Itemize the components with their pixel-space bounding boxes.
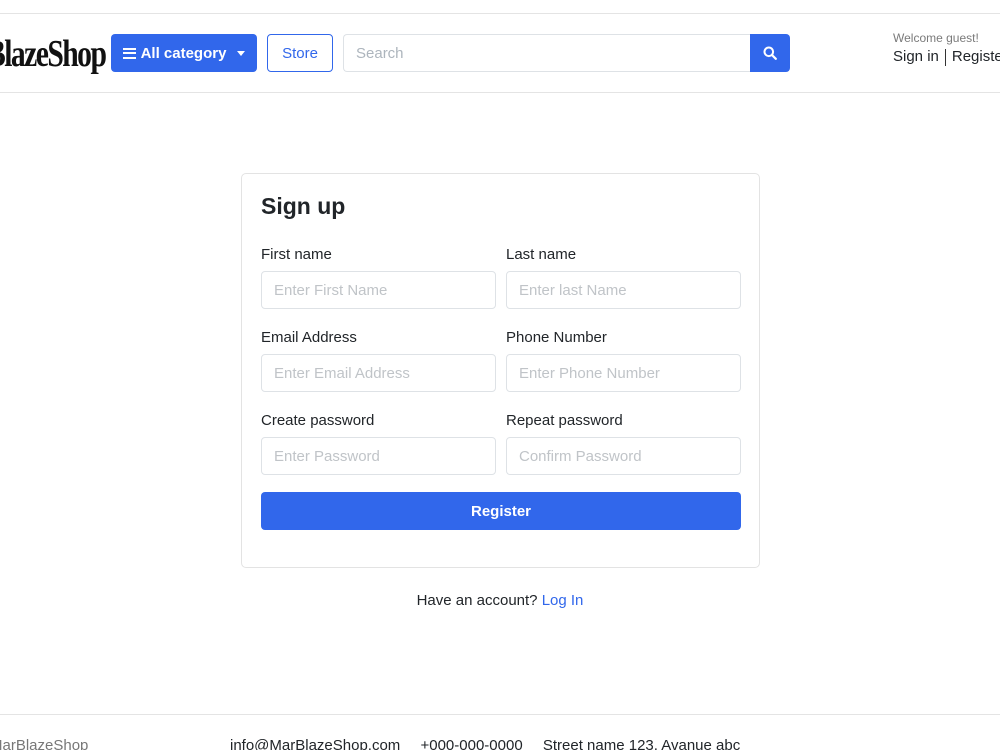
- email-label: Email Address: [261, 329, 357, 346]
- first-name-field[interactable]: [261, 271, 496, 309]
- footer-brand: MarBlazeShop: [0, 737, 89, 750]
- first-name-label: First name: [261, 246, 332, 263]
- login-prompt: Have an account? Log In: [0, 592, 1000, 609]
- welcome-text: Welcome guest!: [893, 31, 979, 45]
- divider: [944, 48, 946, 66]
- page-title: Sign up: [261, 193, 346, 219]
- signup-card: Sign up First name Last name Email Addre…: [241, 173, 760, 568]
- search-icon: [763, 46, 777, 60]
- email-field[interactable]: [261, 354, 496, 392]
- register-button[interactable]: Register: [261, 492, 741, 530]
- category-label: All category: [140, 44, 227, 62]
- register-link[interactable]: Register: [952, 48, 1000, 65]
- last-name-field[interactable]: [506, 271, 741, 309]
- last-name-label: Last name: [506, 246, 577, 263]
- search-bar: [343, 34, 790, 72]
- chevron-down-icon: [237, 50, 246, 56]
- footer-contact: info@MarBlazeShop.com +000-000-0000 Stre…: [230, 737, 756, 750]
- phone-label: Phone Number: [506, 329, 607, 346]
- log-in-link[interactable]: Log In: [542, 592, 584, 609]
- store-button[interactable]: Store: [267, 34, 333, 72]
- auth-links: Sign in Register: [893, 48, 1000, 66]
- password-label: Create password: [261, 412, 375, 429]
- repeat-password-field[interactable]: [506, 437, 741, 475]
- footer-email[interactable]: info@MarBlazeShop.com: [230, 737, 400, 750]
- phone-field[interactable]: [506, 354, 741, 392]
- search-input[interactable]: [343, 34, 750, 72]
- footer-phone: +000-000-0000: [420, 737, 523, 750]
- repeat-password-label: Repeat password: [506, 412, 623, 429]
- all-category-button[interactable]: All category: [111, 34, 257, 72]
- top-strip: [0, 0, 1000, 14]
- footer-address: Street name 123, Avanue abc: [542, 737, 741, 750]
- site-header: BlazeShop All category Store Welcome gue…: [0, 14, 1000, 93]
- sign-in-link[interactable]: Sign in: [893, 48, 939, 65]
- menu-icon: [122, 47, 136, 59]
- site-footer: MarBlazeShop info@MarBlazeShop.com +000-…: [0, 714, 1000, 750]
- password-field[interactable]: [261, 437, 496, 475]
- site-logo[interactable]: BlazeShop: [0, 32, 107, 76]
- login-prompt-text: Have an account?: [416, 592, 538, 609]
- search-button[interactable]: [750, 34, 790, 72]
